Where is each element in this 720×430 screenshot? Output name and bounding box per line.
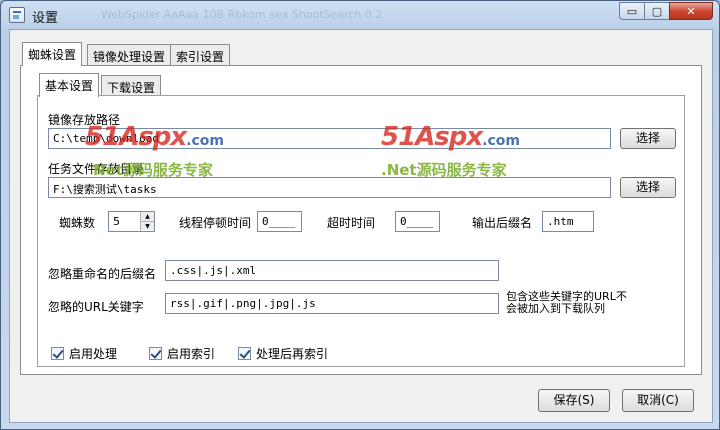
minimize-button[interactable]: ▭: [619, 2, 645, 20]
output-ext-input[interactable]: .htm: [542, 211, 594, 232]
ignore-url-input[interactable]: rss|.gif|.png|.jpg|.js: [165, 293, 499, 314]
mirror-path-browse-button[interactable]: 选择: [620, 128, 676, 149]
ignore-url-hint-line2: 会被加入到下载队列: [506, 302, 605, 315]
maximize-button[interactable]: ▢: [644, 2, 670, 20]
spider-count-label: 蜘蛛数: [59, 216, 96, 230]
tab-spider-settings[interactable]: 蜘蛛设置: [22, 42, 83, 66]
tab-panel-spider: 基本设置 下载设置 镜像存放路径 C:\temp\download 选择 任务文…: [20, 65, 702, 375]
checkbox-checked-icon[interactable]: [238, 347, 251, 360]
spin-down-icon[interactable]: ▼: [141, 221, 154, 230]
ignore-ext-label: 忽略重命名的后缀名: [48, 267, 157, 281]
timeout-input[interactable]: 0____: [395, 211, 440, 232]
enable-processing-label: 启用处理: [69, 347, 118, 361]
background-window-title: WebSpider AaAaa 10B Rbkom sea ShootSearc…: [101, 8, 383, 21]
tab-index-settings[interactable]: 索引设置: [170, 44, 231, 66]
window-title: 设置: [32, 11, 59, 26]
enable-index-label: 启用索引: [167, 347, 216, 361]
timeout-label: 超时时间: [327, 216, 376, 230]
close-button[interactable]: ✕: [669, 2, 713, 20]
index-after-processing-label: 处理后再索引: [256, 347, 329, 361]
ignore-ext-input[interactable]: .css|.js|.xml: [165, 260, 499, 281]
ignore-url-label: 忽略的URL关键字: [48, 300, 144, 314]
save-button[interactable]: 保存(S): [538, 389, 610, 412]
thread-pause-label: 线程停顿时间: [179, 216, 252, 230]
settings-window: 设置 WebSpider AaAaa 10B Rbkom sea ShootSe…: [0, 0, 720, 430]
checkbox-checked-icon[interactable]: [51, 347, 64, 360]
mirror-path-input[interactable]: C:\temp\download: [48, 128, 611, 149]
tab-mirror-processing[interactable]: 镜像处理设置: [87, 44, 172, 66]
thread-pause-input[interactable]: 0____: [257, 211, 302, 232]
enable-index-checkbox[interactable]: 启用索引: [149, 345, 215, 362]
spin-up-icon[interactable]: ▲: [141, 212, 154, 221]
cancel-button[interactable]: 取消(C): [622, 389, 694, 412]
output-ext-label: 输出后缀名: [472, 216, 533, 230]
subtab-download-settings[interactable]: 下载设置: [101, 75, 162, 97]
task-dir-input[interactable]: F:\搜索测试\tasks: [48, 177, 611, 198]
title-bar[interactable]: 设置 WebSpider AaAaa 10B Rbkom sea ShootSe…: [1, 1, 719, 29]
app-icon: [9, 7, 25, 23]
enable-processing-checkbox[interactable]: 启用处理: [51, 345, 117, 362]
task-dir-label: 任务文件存放目录: [48, 162, 145, 176]
index-after-processing-checkbox[interactable]: 处理后再索引: [238, 345, 328, 362]
spinner-arrows[interactable]: ▲ ▼: [140, 212, 154, 231]
dialog-client-area: 蜘蛛设置 镜像处理设置 索引设置 基本设置 下载设置 镜像存放路径 C:\tem…: [9, 29, 713, 423]
basic-settings-panel: 镜像存放路径 C:\temp\download 选择 任务文件存放目录 F:\搜…: [37, 95, 685, 367]
task-dir-browse-button[interactable]: 选择: [620, 177, 676, 198]
subtab-basic-settings[interactable]: 基本设置: [39, 73, 100, 97]
ignore-url-hint: 包含这些关键字的URL不 会被加入到下载队列: [506, 291, 627, 315]
mirror-path-label: 镜像存放路径: [48, 113, 121, 127]
checkbox-checked-icon[interactable]: [149, 347, 162, 360]
spider-count-value: 5: [113, 215, 120, 228]
spider-count-spinner[interactable]: 5 ▲ ▼: [108, 211, 155, 232]
